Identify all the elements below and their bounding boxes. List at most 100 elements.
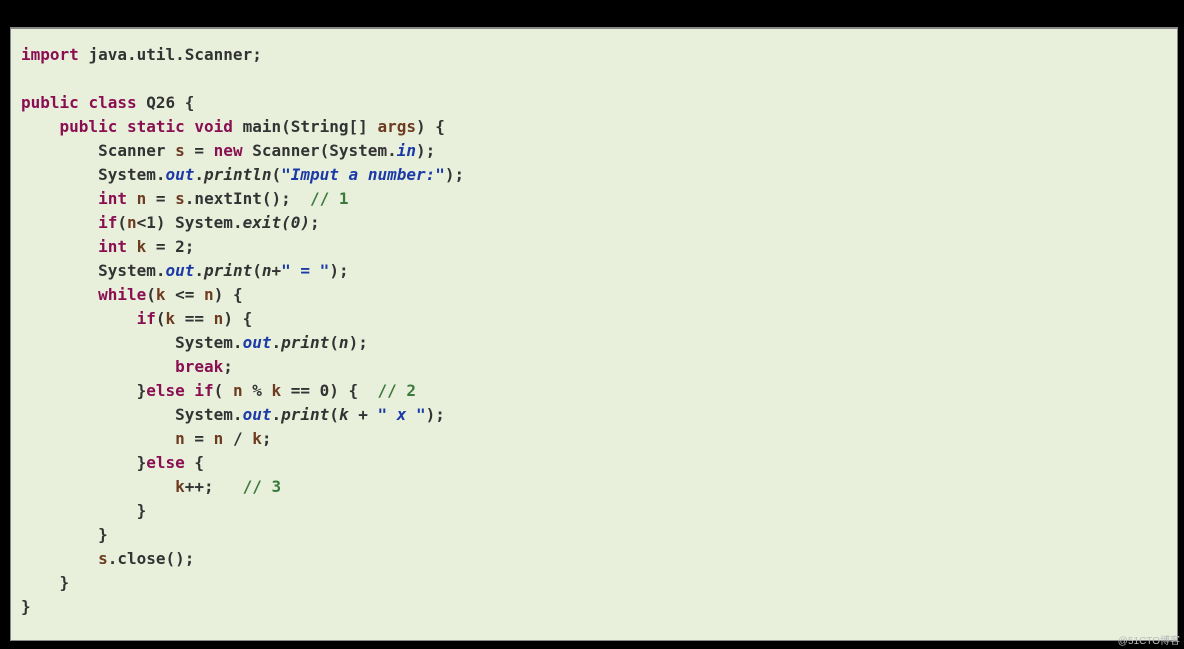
paren-open: ( bbox=[329, 333, 339, 352]
mod: % bbox=[243, 381, 272, 400]
eq0: == 0) { bbox=[281, 381, 377, 400]
field-out: out bbox=[243, 333, 272, 352]
var-k: k bbox=[166, 309, 176, 328]
kw-while: while bbox=[98, 285, 146, 304]
eq: == bbox=[175, 309, 214, 328]
var-n: n bbox=[204, 285, 214, 304]
eq: = bbox=[185, 141, 214, 160]
close: ) { bbox=[223, 309, 252, 328]
code-viewer: import java.util.Scanner; public class Q… bbox=[10, 27, 1178, 641]
rest: = 2; bbox=[146, 237, 194, 256]
open-brace: { bbox=[185, 93, 195, 112]
kw-int: int bbox=[98, 237, 127, 256]
var-k: k bbox=[271, 381, 281, 400]
call-close: .close(); bbox=[108, 549, 195, 568]
var-n: n bbox=[339, 333, 349, 352]
dot: . bbox=[194, 261, 204, 280]
var-s: s bbox=[175, 141, 185, 160]
ctor: Scanner(System. bbox=[243, 141, 397, 160]
var-k: k bbox=[137, 237, 147, 256]
cond: <1) System. bbox=[137, 213, 243, 232]
call-print: print bbox=[281, 333, 329, 352]
eq: = bbox=[146, 189, 175, 208]
paren-close: ); bbox=[426, 405, 445, 424]
close-brace: } bbox=[98, 525, 108, 544]
kw-else: else bbox=[146, 453, 185, 472]
field-out: out bbox=[166, 165, 195, 184]
dot: . bbox=[194, 165, 204, 184]
le: <= bbox=[166, 285, 205, 304]
comment: // 2 bbox=[377, 381, 416, 400]
code-block: import java.util.Scanner; public class Q… bbox=[11, 29, 1177, 629]
plus: + bbox=[272, 261, 282, 280]
var-k: k bbox=[339, 405, 349, 424]
semi: ; bbox=[223, 357, 233, 376]
kw-static: static bbox=[127, 117, 185, 136]
var-n: n bbox=[127, 213, 137, 232]
kw-if: if bbox=[194, 381, 213, 400]
semi: ; bbox=[262, 429, 272, 448]
var-n: n bbox=[214, 429, 224, 448]
var-n: n bbox=[214, 309, 224, 328]
paren-open: ( bbox=[156, 309, 166, 328]
field-out: out bbox=[166, 261, 195, 280]
var-n: n bbox=[137, 189, 147, 208]
close-brace: } bbox=[137, 381, 147, 400]
close: ) { bbox=[214, 285, 243, 304]
call-nextint: .nextInt(); bbox=[185, 189, 310, 208]
type-scanner: Scanner bbox=[98, 141, 175, 160]
string: "Imput a number:" bbox=[281, 165, 445, 184]
sig-close: ) bbox=[416, 117, 426, 136]
paren-open: ( bbox=[214, 381, 233, 400]
kw-int: int bbox=[98, 189, 127, 208]
field-in: in bbox=[397, 141, 416, 160]
var-n: n bbox=[262, 261, 272, 280]
call-exit: exit bbox=[243, 213, 282, 232]
dot: . bbox=[271, 333, 281, 352]
pkg: java.util.Scanner bbox=[88, 45, 252, 64]
kw-void: void bbox=[194, 117, 233, 136]
kw-if: if bbox=[137, 309, 156, 328]
eq: = bbox=[185, 429, 214, 448]
system: System. bbox=[98, 165, 165, 184]
kw-public: public bbox=[21, 93, 79, 112]
open-brace: { bbox=[435, 117, 445, 136]
method-main: main bbox=[243, 117, 282, 136]
plus: + bbox=[349, 405, 378, 424]
var-s: s bbox=[175, 189, 185, 208]
paren-close: ); bbox=[416, 141, 435, 160]
kw-if: if bbox=[98, 213, 117, 232]
close-brace: } bbox=[21, 597, 31, 616]
exit-args: (0) bbox=[281, 213, 310, 232]
call-println: println bbox=[204, 165, 271, 184]
paren-close: ); bbox=[445, 165, 464, 184]
var-k: k bbox=[252, 429, 262, 448]
paren-open: ( bbox=[271, 165, 281, 184]
kw-import: import bbox=[21, 45, 79, 64]
call-print: print bbox=[281, 405, 329, 424]
watermark: @51CTO博客 bbox=[1118, 632, 1180, 647]
sp bbox=[127, 237, 137, 256]
system: System. bbox=[175, 405, 242, 424]
string: " x " bbox=[377, 405, 425, 424]
kw-class: class bbox=[88, 93, 136, 112]
kw-public: public bbox=[60, 117, 118, 136]
paren-open: ( bbox=[117, 213, 127, 232]
open-brace: { bbox=[185, 453, 204, 472]
paren-close: ); bbox=[329, 261, 348, 280]
string: " = " bbox=[281, 261, 329, 280]
sig-open: (String[] bbox=[281, 117, 377, 136]
paren-close: ); bbox=[349, 333, 368, 352]
close-brace: } bbox=[137, 453, 147, 472]
inc: ++; bbox=[185, 477, 243, 496]
call-print: print bbox=[204, 261, 252, 280]
semi: ; bbox=[310, 213, 320, 232]
var-k: k bbox=[175, 477, 185, 496]
paren-open: ( bbox=[146, 285, 156, 304]
paren-open: ( bbox=[329, 405, 339, 424]
sp bbox=[185, 381, 195, 400]
field-out: out bbox=[243, 405, 272, 424]
sp bbox=[127, 189, 137, 208]
var-k: k bbox=[156, 285, 166, 304]
var-s: s bbox=[98, 549, 108, 568]
